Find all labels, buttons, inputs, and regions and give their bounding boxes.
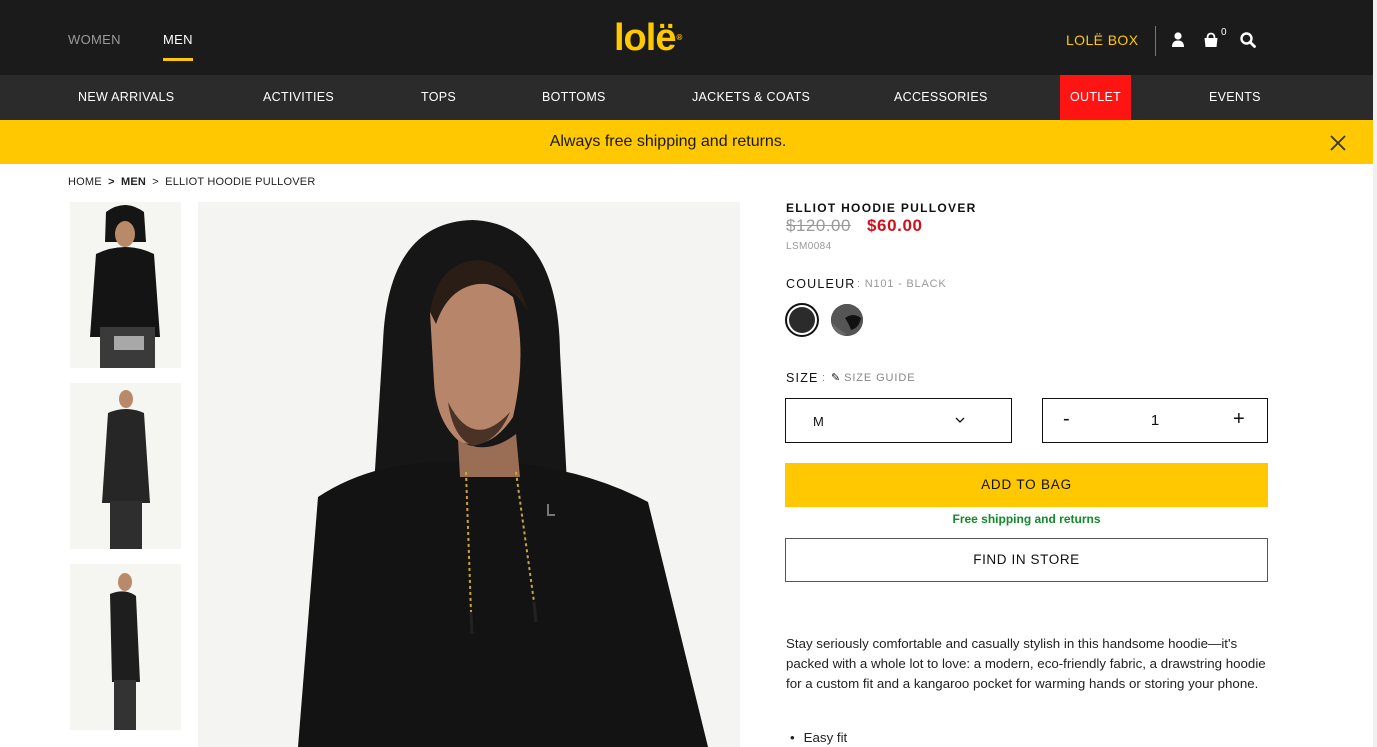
breadcrumb-separator: > bbox=[152, 176, 159, 188]
nav-events[interactable]: EVENTS bbox=[1209, 75, 1261, 120]
product-thumbnail-front-standing[interactable] bbox=[70, 383, 181, 549]
header-divider bbox=[1155, 26, 1156, 56]
breadcrumb-separator: > bbox=[108, 176, 115, 188]
promo-text: Always free shipping and returns. bbox=[549, 133, 787, 150]
breadcrumb-home[interactable]: HOME bbox=[68, 176, 102, 188]
sale-price: $60.00 bbox=[867, 216, 923, 235]
color-swatch-black[interactable] bbox=[785, 303, 819, 337]
product-thumbnail-front-seated[interactable] bbox=[70, 202, 181, 368]
add-to-bag-button[interactable]: ADD TO BAG bbox=[785, 463, 1268, 507]
chevron-down-icon bbox=[955, 417, 965, 423]
brand-logo-text: lolë bbox=[614, 17, 676, 59]
nav-new-arrivals[interactable]: NEW ARRIVALS bbox=[78, 75, 174, 120]
size-select[interactable]: M bbox=[785, 398, 1012, 443]
scrollbar[interactable] bbox=[1373, 0, 1377, 747]
swatch-fill bbox=[789, 307, 815, 333]
tab-women[interactable]: WOMEN bbox=[68, 32, 121, 47]
pin-icon: ✎ bbox=[830, 372, 842, 384]
tab-men[interactable]: MEN bbox=[163, 32, 193, 61]
category-nav: NEW ARRIVALS ACTIVITIES TOPS BOTTOMS JAC… bbox=[0, 75, 1373, 120]
user-icon[interactable] bbox=[1169, 30, 1187, 50]
product-description: Stay seriously comfortable and casually … bbox=[786, 636, 1266, 691]
original-price: $120.00 bbox=[786, 216, 851, 235]
product-main-image[interactable] bbox=[198, 202, 740, 747]
size-separator: : bbox=[822, 372, 826, 384]
search-icon[interactable] bbox=[1239, 30, 1257, 50]
registered-mark: ® bbox=[676, 33, 682, 42]
color-value: : N101 - BLACK bbox=[857, 278, 947, 290]
color-swatch-grey[interactable] bbox=[831, 304, 863, 336]
free-shipping-note: Free shipping and returns bbox=[952, 512, 1101, 526]
size-guide-link[interactable]: : ✎ SIZE GUIDE bbox=[822, 371, 915, 384]
brand-logo[interactable]: lolë® bbox=[614, 16, 682, 60]
size-label: SIZE bbox=[786, 371, 819, 385]
quantity-increase-button[interactable]: + bbox=[1233, 408, 1251, 431]
size-selected-value: M bbox=[813, 414, 824, 429]
breadcrumb-men[interactable]: MEN bbox=[121, 176, 146, 188]
cart-count-badge: 0 bbox=[1221, 27, 1227, 38]
find-in-store-button[interactable]: FIND IN STORE bbox=[785, 538, 1268, 582]
nav-outlet[interactable]: OUTLET bbox=[1060, 75, 1132, 120]
size-guide-label: SIZE GUIDE bbox=[844, 372, 916, 384]
nav-bottoms[interactable]: BOTTOMS bbox=[542, 75, 606, 120]
feature-list-item: Easy fit bbox=[790, 730, 848, 745]
top-header: WOMEN MEN lolë® LOLË BOX 0 bbox=[0, 0, 1373, 75]
breadcrumb: HOME > MEN > ELLIOT HOODIE PULLOVER bbox=[68, 176, 315, 188]
quantity-stepper: - 1 + bbox=[1042, 398, 1268, 443]
nav-accessories[interactable]: ACCESSORIES bbox=[894, 75, 988, 120]
breadcrumb-current: ELLIOT HOODIE PULLOVER bbox=[165, 176, 316, 188]
product-title: ELLIOT HOODIE PULLOVER bbox=[786, 201, 977, 215]
swatch-pattern bbox=[831, 304, 863, 336]
nav-activities[interactable]: ACTIVITIES bbox=[263, 75, 334, 120]
product-thumbnail-side[interactable] bbox=[70, 564, 181, 730]
lole-box-link[interactable]: LOLË BOX bbox=[1066, 32, 1138, 48]
nav-tops[interactable]: TOPS bbox=[421, 75, 456, 120]
close-icon[interactable] bbox=[1328, 133, 1348, 153]
quantity-decrease-button[interactable]: - bbox=[1063, 408, 1079, 431]
quantity-value[interactable]: 1 bbox=[1149, 412, 1161, 429]
color-label: COULEUR bbox=[786, 277, 856, 291]
promo-banner: Always free shipping and returns. bbox=[0, 120, 1373, 164]
shopping-bag-icon[interactable] bbox=[1202, 30, 1220, 50]
nav-jackets-coats[interactable]: JACKETS & COATS bbox=[692, 75, 810, 120]
product-sku: LSM0084 bbox=[786, 241, 832, 252]
